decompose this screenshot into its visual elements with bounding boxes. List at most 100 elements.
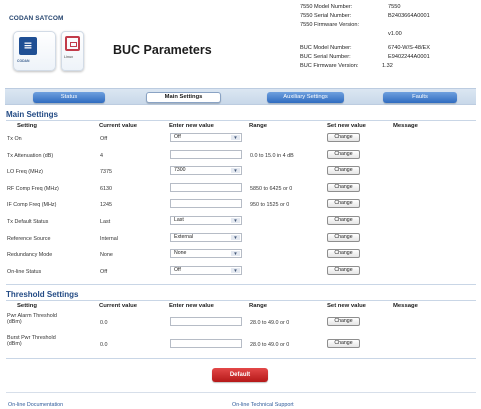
- select-value: Last: [174, 217, 184, 223]
- change-button[interactable]: Change: [327, 150, 360, 159]
- setting-label: Reference Source: [7, 236, 51, 242]
- tx-attenuation-input[interactable]: [170, 150, 242, 159]
- info-label: BUC Model Number:: [300, 45, 352, 51]
- nav-bar: Status Main Settings Auxiliary Settings …: [5, 88, 476, 105]
- range-text: 28.0 to 49.0 or 0: [250, 320, 290, 326]
- change-button[interactable]: Change: [327, 317, 360, 326]
- col-header-range: Range: [249, 123, 268, 129]
- pwr-alarm-threshold-input[interactable]: [170, 317, 242, 326]
- codan-logo-icon: ≡: [19, 37, 37, 55]
- col-header-current: Current value: [99, 303, 137, 309]
- info-label: 7550 Serial Number:: [300, 13, 352, 19]
- setting-label: Tx Default Status: [7, 219, 49, 225]
- tx-default-status-select[interactable]: Last ▼: [170, 216, 242, 225]
- setting-label: Tx Attenuation (dB): [7, 153, 54, 159]
- section-divider: [6, 120, 476, 121]
- info-label: 7550 Model Number:: [300, 4, 353, 10]
- info-value: B2403664A0001: [388, 13, 430, 19]
- setting-label: Tx On: [7, 136, 22, 142]
- info-value: 6740-W/S-48/EX: [388, 45, 430, 51]
- online-status-select[interactable]: Off ▼: [170, 266, 242, 275]
- col-header-current: Current value: [99, 123, 137, 129]
- tx-on-select[interactable]: Off ▼: [170, 133, 242, 142]
- info-value: 7550: [388, 4, 401, 10]
- tab-auxiliary-settings[interactable]: Auxiliary Settings: [267, 92, 344, 103]
- col-header-enter: Enter new value: [169, 123, 214, 129]
- online-technical-support-link[interactable]: On-line Technical Support: [232, 402, 294, 408]
- main-settings-title: Main Settings: [6, 110, 59, 119]
- setting-label: RF Comp Freq (MHz): [7, 186, 59, 192]
- info-label: BUC Serial Number:: [300, 54, 351, 60]
- chevron-down-icon: ▼: [231, 235, 240, 240]
- change-button[interactable]: Change: [327, 249, 360, 258]
- info-value: 1.32: [382, 63, 393, 69]
- change-button[interactable]: Change: [327, 216, 360, 225]
- page-header: CODAN SATCOM ≡ CODAN Linux BUC Parameter…: [0, 0, 481, 84]
- setting-label: LO Freq (MHz): [7, 169, 43, 175]
- partner-logo-caption: Linux: [64, 55, 74, 59]
- info-label: BUC Firmware Version:: [300, 63, 359, 69]
- select-value: External: [174, 234, 194, 240]
- default-button[interactable]: Default: [212, 368, 268, 382]
- select-value: Off: [174, 267, 181, 273]
- change-button[interactable]: Change: [327, 339, 360, 348]
- chevron-down-icon: ▼: [231, 268, 240, 273]
- col-header-set: Set new value: [327, 303, 366, 309]
- redundancy-mode-select[interactable]: None ▼: [170, 249, 242, 258]
- rf-comp-freq-input[interactable]: [170, 183, 242, 192]
- section-divider: [6, 300, 476, 301]
- current-value: 4: [100, 153, 103, 159]
- online-documentation-link[interactable]: On-line Documentation: [8, 402, 63, 408]
- setting-label: Burst Pwr Threshold (dBm): [7, 335, 56, 347]
- range-text: 950 to 1525 or 0: [250, 202, 290, 208]
- change-button[interactable]: Change: [327, 233, 360, 242]
- codan-logo-caption: CODAN: [17, 59, 30, 63]
- col-header-message: Message: [393, 303, 418, 309]
- current-value: None: [100, 252, 113, 258]
- tab-main-settings[interactable]: Main Settings: [146, 92, 221, 103]
- chevron-down-icon: ▼: [231, 218, 240, 223]
- section-divider: [6, 284, 476, 285]
- partner-logo-icon: [65, 36, 80, 51]
- section-divider: [6, 358, 476, 359]
- change-button[interactable]: Change: [327, 166, 360, 175]
- page-title: BUC Parameters: [113, 43, 212, 57]
- current-value: Off: [100, 136, 108, 142]
- info-label: 7550 Firmware Version:: [300, 22, 360, 28]
- if-comp-freq-input[interactable]: [170, 199, 242, 208]
- codan-logo: ≡ CODAN: [13, 31, 56, 71]
- col-header-setting: Setting: [17, 123, 37, 129]
- reference-source-select[interactable]: External ▼: [170, 233, 242, 242]
- current-value: Off: [100, 269, 108, 275]
- select-value: None: [174, 250, 187, 256]
- burst-pwr-threshold-input[interactable]: [170, 339, 242, 348]
- current-value: 6130: [100, 186, 112, 192]
- current-value: 0.0: [100, 342, 108, 348]
- tab-status[interactable]: Status: [33, 92, 105, 103]
- setting-label: IF Comp Freq (MHz): [7, 202, 57, 208]
- col-header-message: Message: [393, 123, 418, 129]
- info-value: v1.00: [388, 31, 402, 37]
- current-value: 1245: [100, 202, 112, 208]
- setting-label: Redundancy Mode: [7, 252, 53, 258]
- select-value: 7300: [174, 167, 186, 173]
- tab-faults[interactable]: Faults: [383, 92, 457, 103]
- current-value: Last: [100, 219, 111, 225]
- col-header-range: Range: [249, 303, 268, 309]
- change-button[interactable]: Change: [327, 133, 360, 142]
- range-text: 5850 to 6425 or 0: [250, 186, 293, 192]
- change-button[interactable]: Change: [327, 183, 360, 192]
- change-button[interactable]: Change: [327, 199, 360, 208]
- select-value: Off: [174, 134, 181, 140]
- col-header-set: Set new value: [327, 123, 366, 129]
- brand-name: CODAN SATCOM: [9, 15, 64, 22]
- col-header-setting: Setting: [17, 303, 37, 309]
- range-text: 28.0 to 49.0 or 0: [250, 342, 290, 348]
- change-button[interactable]: Change: [327, 266, 360, 275]
- current-value: Internal: [100, 236, 118, 242]
- lo-freq-select[interactable]: 7300 ▼: [170, 166, 242, 175]
- setting-label: Pwr Alarm Threshold (dBm): [7, 313, 57, 325]
- chevron-down-icon: ▼: [231, 251, 240, 256]
- current-value: 7375: [100, 169, 112, 175]
- chevron-down-icon: ▼: [231, 168, 240, 173]
